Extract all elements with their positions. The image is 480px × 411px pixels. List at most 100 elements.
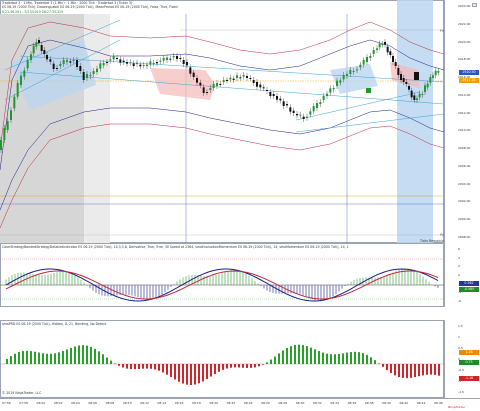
candle-body [326,93,328,96]
volume-bar [394,364,396,376]
volume-bar [414,364,416,378]
candle-body [56,68,58,69]
volume-bar [134,364,136,370]
oscillator-tick-label: 0 [458,273,460,277]
candle-body [166,57,168,60]
panel-menu-button[interactable] [472,3,477,7]
candle-body [262,87,265,89]
candle-body [126,62,128,64]
time-tick-label: 08:12 [140,401,149,405]
volume-bar [146,364,148,369]
candle-body [219,84,222,85]
candle-body [0,140,2,150]
candle-body [16,83,19,97]
volume-bar [82,345,84,364]
candle-body [49,59,52,62]
volume-bar [438,364,440,376]
volume-bar [390,364,392,374]
volume-bar [238,364,240,368]
volume-bar [422,364,424,376]
price-axis[interactable] [444,0,480,243]
time-tick-label: 08:14 [157,401,167,405]
price-tick-label: 2914.00 [458,92,471,97]
candle-body [66,60,68,62]
price-tick-label: 2918.00 [458,57,471,62]
volume-bar [34,351,36,364]
time-tick-label: 08:34 [330,401,339,405]
candle-body [112,56,115,60]
volume-tag-orange: 1.26 [459,350,479,355]
volume-axis[interactable] [444,320,480,398]
candle-body [202,87,205,93]
volume-bar [182,364,184,384]
candle-body [156,62,158,64]
candle-body [256,82,258,87]
candle-body [426,83,429,88]
candle-body [13,96,16,109]
volume-bar [30,351,32,364]
volume-tag-red: -1.16 [459,376,479,381]
volume-bar [158,364,160,371]
volume-bar [354,351,356,364]
volume-bar [218,364,220,372]
volume-bar [126,364,128,369]
candle-body [296,114,298,116]
volume-bar [210,364,212,377]
volume-bar [206,364,208,380]
volume-bar [342,353,344,364]
candle-body [418,93,421,98]
price-tick-label: 2920.00 [458,39,471,44]
candle-body [316,103,318,108]
volume-canvas[interactable] [0,320,444,398]
candle-body [429,77,432,83]
volume-bar [66,349,68,364]
volume-bar [366,354,368,364]
volume-bar [426,364,428,375]
time-tick-label: 08:06 [88,401,98,405]
volume-bar [278,353,280,364]
volume-bar [190,364,192,385]
candle-body [369,56,372,58]
candle-body [40,45,43,51]
volume-bar [90,346,92,364]
candle-body [192,72,195,77]
volume-bar [226,364,228,369]
oscillator-canvas[interactable] [0,243,444,307]
candle-body [246,76,248,78]
volume-bar [382,364,384,367]
ninjatrader-watermark: NinjaTrader [448,405,466,409]
price-chart-canvas[interactable] [0,0,444,243]
oscillator-tick-label: 2 [458,264,460,269]
candle-body [405,82,408,84]
candle-body [116,58,118,59]
volume-bar [26,350,28,364]
candle-body [23,70,26,77]
volume-bar [54,353,56,364]
volume-bar [230,364,232,368]
volume-bar [350,352,352,364]
volume-bar [6,359,8,364]
volume-bar [302,345,304,364]
oscillator-axis[interactable] [444,243,480,307]
volume-bar [150,364,152,369]
volume-bar [246,364,248,368]
oscillator-tag-blue: 0.562 [459,281,479,286]
candle-body [182,60,185,64]
candle-body [86,74,88,78]
candle-body [59,64,62,66]
current-price-tag: 2920.50 [459,70,479,75]
volume-bar [154,364,156,370]
session-shade [84,14,110,243]
candle-body [226,80,228,81]
volume-bar [42,353,44,364]
volume-bar [162,364,164,373]
volume-bar [10,356,12,364]
candle-body [82,72,85,80]
volume-bar [326,353,328,364]
candle-body [79,66,82,71]
candle-body [349,70,352,74]
candle-body [389,51,392,55]
time-tick-label: 08:26 [261,401,270,405]
volume-bar [418,364,420,377]
volume-bar [370,357,372,364]
